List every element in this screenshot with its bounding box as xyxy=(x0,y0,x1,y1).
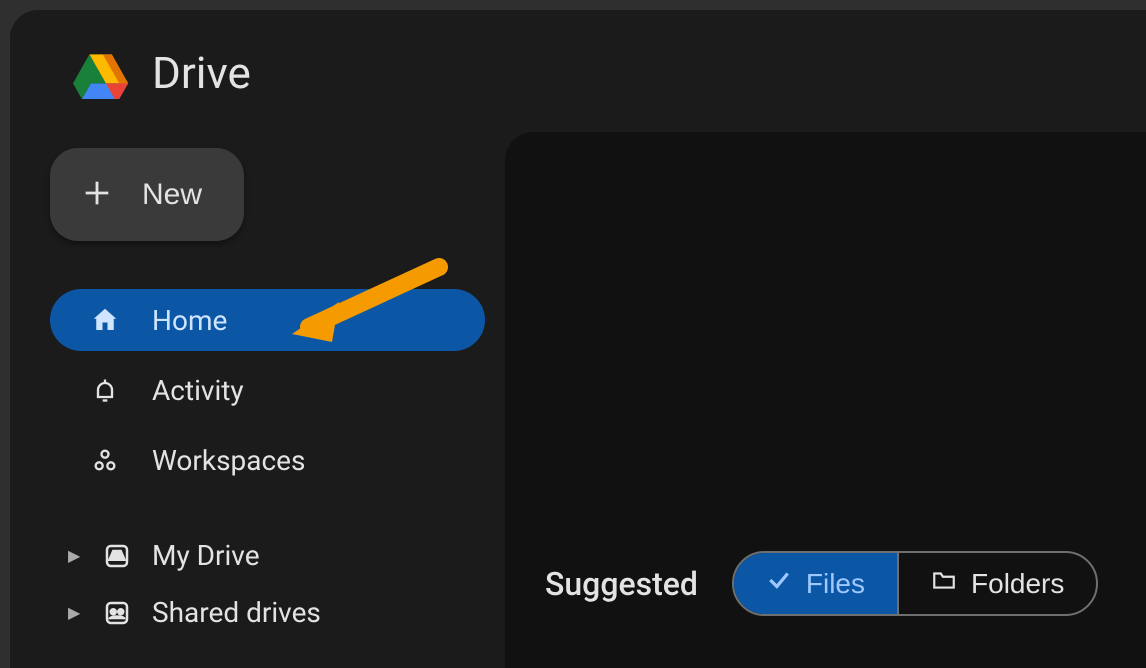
caret-right-icon: ▶ xyxy=(68,603,82,622)
chip-label: Folders xyxy=(971,568,1064,600)
home-icon xyxy=(90,305,120,335)
app-header: Drive xyxy=(10,10,1146,102)
new-button[interactable]: New xyxy=(50,148,244,241)
main-content: Suggested Files xyxy=(505,132,1146,668)
workspaces-icon xyxy=(90,446,120,474)
caret-right-icon: ▶ xyxy=(68,546,82,565)
chip-label: Files xyxy=(806,568,865,600)
chip-files[interactable]: Files xyxy=(734,553,897,614)
sidebar-tree: ▶ My Drive ▶ xyxy=(50,533,485,635)
shared-drives-icon xyxy=(100,598,134,628)
folder-icon xyxy=(931,567,957,600)
sidebar-item-label: Workspaces xyxy=(152,444,305,477)
sidebar-item-home[interactable]: Home xyxy=(50,289,485,351)
chip-folders[interactable]: Folders xyxy=(897,553,1096,614)
sidebar-item-label: Home xyxy=(152,304,227,337)
drive-logo-icon xyxy=(68,44,134,102)
sidebar-item-label: Activity xyxy=(152,374,244,407)
sidebar-item-activity[interactable]: Activity xyxy=(50,359,485,421)
check-icon xyxy=(766,567,792,600)
sidebar-item-workspaces[interactable]: Workspaces xyxy=(50,429,485,491)
chip-group: Files Folders xyxy=(732,551,1099,616)
app-title: Drive xyxy=(152,47,251,99)
bell-icon xyxy=(90,376,120,404)
suggested-heading: Suggested xyxy=(545,565,698,603)
new-button-label: New xyxy=(142,178,202,212)
sidebar: New Home xyxy=(10,102,505,668)
drive-outline-icon xyxy=(100,541,134,571)
tree-item-my-drive[interactable]: ▶ My Drive xyxy=(50,533,485,578)
tree-item-label: Shared drives xyxy=(152,596,321,629)
sidebar-nav: Home Activity xyxy=(50,289,485,491)
plus-icon xyxy=(80,176,114,213)
tree-item-shared-drives[interactable]: ▶ Shared drives xyxy=(50,590,485,635)
suggested-row: Suggested Files xyxy=(545,551,1146,616)
app-window: Drive New xyxy=(10,10,1146,668)
tree-item-label: My Drive xyxy=(152,539,260,572)
